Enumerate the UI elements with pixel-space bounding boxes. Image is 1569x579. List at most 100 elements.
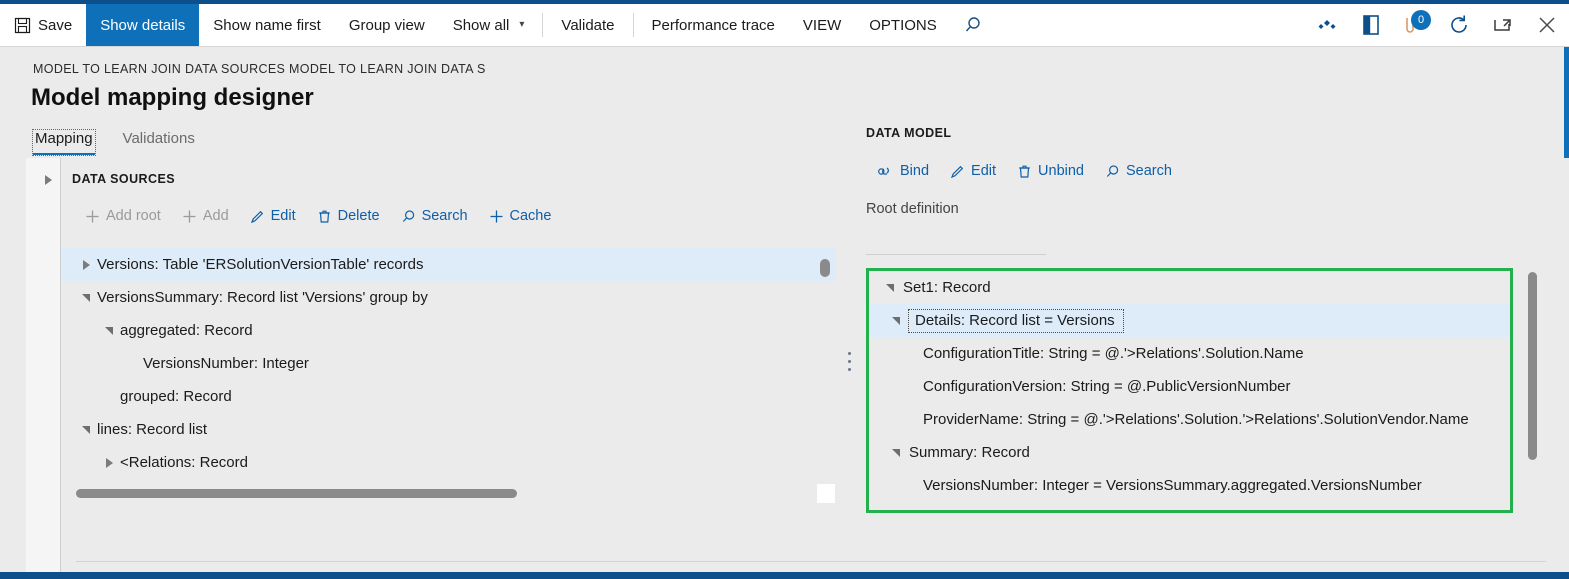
data-model-divider bbox=[866, 254, 1046, 255]
chevron-down-icon[interactable] bbox=[883, 448, 909, 457]
group-view-label: Group view bbox=[348, 16, 425, 34]
attachment-icon: 0 bbox=[1400, 10, 1431, 40]
tree-node-label: Versions: Table 'ERSolutionVersionTable'… bbox=[97, 256, 424, 273]
group-view-button[interactable]: Group view bbox=[335, 4, 439, 46]
toolbar-divider bbox=[542, 13, 544, 37]
show-all-label: Show all bbox=[452, 16, 510, 34]
tree-node-label: VersionsSummary: Record list 'Versions' … bbox=[97, 289, 428, 306]
data-sources-expander[interactable] bbox=[41, 173, 55, 187]
ds-add-label: Add bbox=[202, 208, 229, 224]
options-menu[interactable]: OPTIONS bbox=[855, 4, 951, 46]
search-button[interactable] bbox=[951, 4, 995, 46]
table-row[interactable]: VersionsSummary: Record list 'Versions' … bbox=[61, 281, 836, 314]
table-row[interactable]: VersionsNumber: Integer = VersionsSummar… bbox=[869, 469, 1510, 502]
save-label: Save bbox=[38, 16, 73, 34]
tree-node-label: grouped: Record bbox=[120, 388, 232, 405]
ds-add-root-button[interactable]: Add root bbox=[76, 205, 170, 227]
window-bottom-accent-bar bbox=[0, 572, 1569, 579]
root-definition-label: Root definition bbox=[866, 201, 959, 217]
book-open-icon bbox=[1361, 14, 1381, 36]
view-menu[interactable]: VIEW bbox=[789, 4, 855, 46]
plus-icon bbox=[182, 209, 197, 224]
tree-node-label: aggregated: Record bbox=[120, 322, 253, 339]
table-row[interactable]: Details: Record list = Versions bbox=[869, 304, 1510, 337]
table-row[interactable]: ConfigurationVersion: String = @.PublicV… bbox=[869, 370, 1510, 403]
left-gutter bbox=[0, 47, 26, 572]
table-row[interactable]: VersionsNumber: Integer bbox=[61, 347, 836, 380]
ds-edit-button[interactable]: Edit bbox=[241, 205, 305, 227]
table-row[interactable]: Set1: Record bbox=[869, 271, 1510, 304]
performance-trace-button[interactable]: Performance trace bbox=[638, 4, 789, 46]
diamonds-button[interactable] bbox=[1305, 4, 1349, 46]
table-row[interactable]: ProviderName: String = @.'>Relations'.So… bbox=[869, 403, 1510, 436]
search-icon bbox=[401, 209, 416, 224]
table-row[interactable]: <Relations: Record bbox=[61, 446, 836, 479]
validate-button[interactable]: Validate bbox=[547, 4, 628, 46]
book-open-button[interactable] bbox=[1349, 4, 1393, 46]
show-name-first-button[interactable]: Show name first bbox=[199, 4, 335, 46]
data-sources-horizontal-scrollbar[interactable] bbox=[76, 489, 517, 498]
data-model-tree-highlight: Set1: Record Details: Record list = Vers… bbox=[866, 268, 1513, 513]
table-row[interactable]: grouped: Record bbox=[61, 380, 836, 413]
dm-search-label: Search bbox=[1125, 163, 1172, 179]
data-sources-actionbar: Add root Add Edit Delete Search Cache bbox=[76, 205, 560, 227]
data-sources-vertical-scrollbar[interactable] bbox=[820, 259, 830, 277]
ds-edit-label: Edit bbox=[270, 208, 296, 224]
plus-icon bbox=[85, 209, 100, 224]
tree-node-label: VersionsNumber: Integer = VersionsSummar… bbox=[923, 477, 1422, 494]
view-label: VIEW bbox=[802, 16, 842, 34]
tab-validations[interactable]: Validations bbox=[121, 130, 197, 155]
chevron-down-icon[interactable] bbox=[98, 326, 120, 335]
table-row[interactable]: lines: Record list bbox=[61, 413, 836, 446]
dm-bind-button[interactable]: Bind bbox=[868, 160, 938, 182]
performance-trace-label: Performance trace bbox=[651, 16, 775, 34]
ds-add-button[interactable]: Add bbox=[173, 205, 238, 227]
dm-unbind-button[interactable]: Unbind bbox=[1008, 160, 1093, 182]
popout-icon bbox=[1492, 15, 1514, 35]
tab-list: Mapping Validations bbox=[32, 129, 197, 156]
dm-bind-label: Bind bbox=[900, 163, 930, 179]
show-details-button[interactable]: Show details bbox=[86, 4, 200, 46]
pane-splitter-handle[interactable] bbox=[848, 352, 851, 371]
save-button[interactable]: Save bbox=[0, 4, 86, 46]
data-sources-title: DATA SOURCES bbox=[72, 172, 176, 186]
close-button[interactable] bbox=[1525, 4, 1569, 46]
chevron-down-icon[interactable] bbox=[877, 283, 903, 292]
popout-button[interactable] bbox=[1481, 4, 1525, 46]
table-row[interactable]: Summary: Record bbox=[869, 436, 1510, 469]
attachment-button[interactable]: 0 bbox=[1393, 4, 1437, 46]
tree-node-label: ConfigurationVersion: String = @.PublicV… bbox=[923, 378, 1291, 395]
ds-delete-button[interactable]: Delete bbox=[308, 205, 389, 227]
ds-search-button[interactable]: Search bbox=[392, 205, 477, 227]
table-row[interactable]: aggregated: Record bbox=[61, 314, 836, 347]
chevron-right-icon[interactable] bbox=[98, 457, 120, 468]
table-row[interactable]: ConfigurationTitle: String = @.'>Relatio… bbox=[869, 337, 1510, 370]
tree-node-label: ConfigurationTitle: String = @.'>Relatio… bbox=[923, 345, 1304, 362]
refresh-button[interactable] bbox=[1437, 4, 1481, 46]
breadcrumb[interactable]: MODEL TO LEARN JOIN DATA SOURCES MODEL T… bbox=[33, 62, 486, 76]
search-icon bbox=[963, 15, 983, 35]
data-model-vertical-scrollbar[interactable] bbox=[1528, 272, 1537, 460]
tree-node-label: lines: Record list bbox=[97, 421, 208, 438]
search-icon bbox=[1105, 164, 1120, 179]
command-bar: Save Show details Show name first Group … bbox=[0, 4, 1569, 47]
tab-mapping[interactable]: Mapping bbox=[32, 129, 96, 156]
show-all-dropdown[interactable]: Show all ▾ bbox=[439, 4, 539, 46]
chevron-down-icon: ▾ bbox=[519, 19, 525, 30]
dm-search-button[interactable]: Search bbox=[1096, 160, 1181, 182]
save-icon bbox=[14, 17, 31, 34]
tree-node-label: VersionsNumber: Integer bbox=[143, 355, 309, 372]
dm-edit-button[interactable]: Edit bbox=[941, 160, 1005, 182]
chevron-down-icon[interactable] bbox=[883, 316, 909, 325]
footer-divider bbox=[76, 561, 1546, 562]
data-sources-tree: Versions: Table 'ERSolutionVersionTable'… bbox=[61, 248, 836, 480]
show-details-label: Show details bbox=[100, 16, 186, 34]
ds-delete-label: Delete bbox=[337, 208, 380, 224]
table-row[interactable]: Versions: Table 'ERSolutionVersionTable'… bbox=[61, 248, 836, 281]
ds-cache-button[interactable]: Cache bbox=[480, 205, 561, 227]
chevron-right-icon[interactable] bbox=[75, 259, 97, 270]
scrollbar-corner bbox=[817, 484, 835, 503]
chevron-down-icon[interactable] bbox=[75, 425, 97, 434]
chevron-down-icon[interactable] bbox=[75, 293, 97, 302]
dm-unbind-label: Unbind bbox=[1038, 163, 1084, 179]
